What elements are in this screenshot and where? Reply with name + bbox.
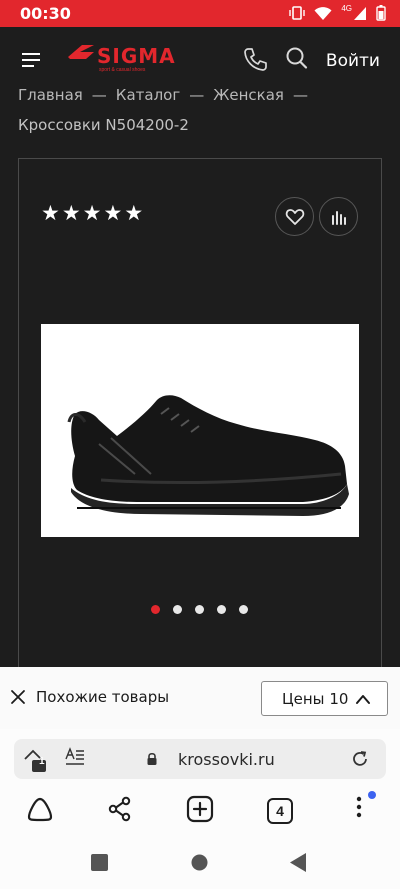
phone-icon[interactable] <box>242 46 268 72</box>
battery-icon <box>376 5 386 21</box>
star-icon: ★ <box>124 202 144 225</box>
gallery-dot[interactable] <box>173 605 182 614</box>
recent-apps-icon[interactable] <box>91 854 108 871</box>
product-card: ★ ★ ★ ★ ★ <box>18 158 382 698</box>
breadcrumb-separator: — <box>292 86 308 104</box>
lock-icon <box>147 752 157 765</box>
menu-icon[interactable] <box>22 53 40 67</box>
more-menu-icon[interactable] <box>348 789 378 823</box>
status-time: 00:30 <box>20 4 71 23</box>
logo-text: SIGMA <box>97 44 176 68</box>
gallery-dot[interactable] <box>195 605 204 614</box>
breadcrumb-catalog[interactable]: Каталог <box>116 86 180 104</box>
breadcrumb-separator: — <box>91 86 107 104</box>
home-badge-count: 1 <box>39 756 45 767</box>
vibrate-icon <box>289 6 306 20</box>
address-bar[interactable]: 1 krossovki.ru <box>14 739 386 779</box>
logo[interactable]: SIGMA sport & casual shoes <box>66 43 190 77</box>
gallery-dot[interactable] <box>217 605 226 614</box>
status-bar: 00:30 4G <box>0 0 400 27</box>
search-icon[interactable] <box>284 46 310 72</box>
url-text: krossovki.ru <box>178 750 275 769</box>
rating-stars: ★ ★ ★ ★ ★ <box>41 203 143 224</box>
compare-bars-icon <box>332 211 346 225</box>
back-icon[interactable] <box>290 853 307 872</box>
logo-swoosh-icon <box>68 45 94 59</box>
gallery-dot[interactable] <box>239 605 248 614</box>
reader-mode-icon[interactable] <box>64 747 86 769</box>
tabs-button[interactable]: 4 <box>267 798 293 824</box>
sneaker-image <box>67 395 349 516</box>
gallery-dot[interactable] <box>151 605 160 614</box>
product-image[interactable] <box>41 324 359 537</box>
prices-button[interactable]: Цены 10 <box>261 681 388 716</box>
star-icon: ★ <box>41 202 60 225</box>
wifi-icon <box>314 6 332 20</box>
breadcrumb-women[interactable]: Женская <box>213 86 284 104</box>
star-icon: ★ <box>61 202 81 225</box>
similar-products-label[interactable]: Похожие товары <box>36 688 169 706</box>
signal-icon <box>354 6 366 20</box>
logo-tagline: sport & casual shoes <box>99 67 146 73</box>
breadcrumb-home[interactable]: Главная <box>18 86 83 104</box>
page-title: Кроссовки N504200-2 <box>18 116 189 134</box>
compare-button[interactable] <box>319 197 358 236</box>
system-navigation-bar <box>0 836 400 889</box>
share-icon[interactable] <box>106 795 134 823</box>
reload-icon[interactable] <box>350 749 370 769</box>
alice-assistant-icon[interactable] <box>25 795 55 823</box>
status-icons: 4G <box>289 3 386 21</box>
sticky-filter-bar: Похожие товары Цены 10 <box>0 667 400 729</box>
new-tab-icon[interactable] <box>186 795 214 823</box>
site-header: SIGMA sport & casual shoes Войти <box>0 27 400 93</box>
chevron-up-icon <box>356 695 370 704</box>
heart-icon <box>285 209 305 225</box>
breadcrumb: Главная — Каталог — Женская — <box>18 86 317 104</box>
network-type: 4G <box>341 3 352 13</box>
favorite-button[interactable] <box>275 197 314 236</box>
star-icon: ★ <box>103 202 123 225</box>
gallery-pagination <box>151 605 248 614</box>
close-icon[interactable] <box>10 689 26 705</box>
login-link[interactable]: Войти <box>326 51 380 71</box>
prices-count: 10 <box>329 690 349 708</box>
star-icon: ★ <box>82 202 102 225</box>
breadcrumb-separator: — <box>189 86 205 104</box>
prices-label: Цены <box>282 690 325 708</box>
home-nav-icon[interactable] <box>191 854 208 871</box>
